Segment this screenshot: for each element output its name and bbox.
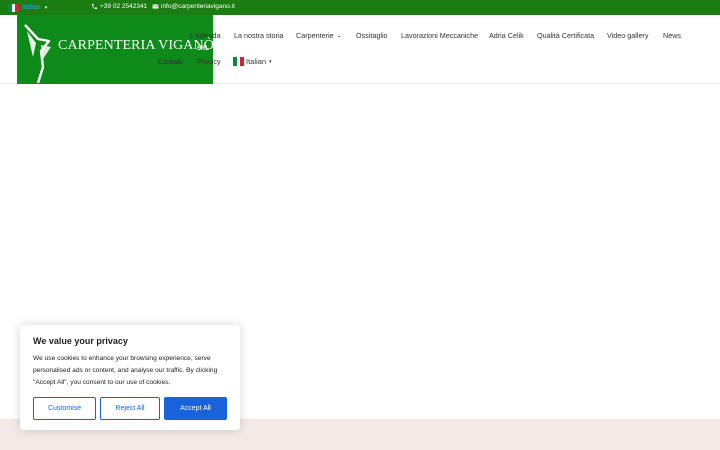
nav-language-switcher[interactable]: Italian ▾ [233, 57, 272, 66]
dropdown-arrow-icon: ▾ [269, 58, 272, 65]
nav-item-news[interactable]: News [663, 31, 681, 40]
envelope-icon [152, 3, 159, 10]
nav-language-label: Italian [246, 57, 267, 66]
site-logo[interactable]: CARPENTERIA VIGANÒ SRL [17, 15, 214, 84]
top-language-label: Italian [22, 4, 41, 11]
chevron-down-icon: ⌄ [336, 33, 342, 39]
customise-button[interactable]: Customise [33, 397, 96, 420]
logo-suffix: SRL [197, 46, 209, 52]
nav-item-privacy[interactable]: Privacy [197, 57, 221, 66]
nav-item-storia[interactable]: La nostra storia [234, 31, 284, 40]
phone-icon [91, 3, 98, 10]
cookie-consent-banner: We value your privacy We use cookies to … [20, 325, 240, 430]
top-email[interactable]: info@carpenteriavigano.it [152, 3, 235, 10]
phone-number: +39 02 2542341 [100, 3, 148, 10]
nav-item-carpenterie[interactable]: Carpenterie ⌄ [296, 31, 342, 40]
italy-flag-icon [233, 57, 244, 66]
nav-item-azienda[interactable]: L'azienda [190, 31, 221, 40]
logo-name: CARPENTERIA VIGANÒ [58, 38, 214, 53]
cookie-description: We use cookies to enhance your browsing … [33, 355, 218, 386]
nav-item-ossitaglio[interactable]: Ossitaglio [356, 31, 388, 40]
dropdown-arrow-icon: ▾ [44, 4, 48, 11]
nav-item-qualita[interactable]: Qualità Certificata [537, 31, 594, 40]
email-address: info@carpenteriavigano.it [161, 3, 235, 10]
reject-all-button[interactable]: Reject All [100, 397, 160, 420]
leaf-logo-icon [24, 24, 51, 83]
nav-item-video-gallery[interactable]: Video gallery [607, 31, 648, 40]
cookie-title: We value your privacy [33, 336, 128, 346]
nav-item-lavorazioni[interactable]: Lavorazioni Meccaniche [401, 31, 478, 40]
nav-item-adria-celik[interactable]: Adria Celik [489, 31, 524, 40]
top-phone[interactable]: +39 02 2542341 [91, 3, 147, 10]
top-language-switcher[interactable]: Italian ▾ [8, 2, 47, 13]
top-bar: Italian ▾ +39 02 2542341 info@carpenteri… [0, 0, 720, 15]
accept-all-button[interactable]: Accept All [164, 397, 227, 420]
nav-item-contatti[interactable]: Contatti [158, 57, 183, 66]
italy-flag-icon [8, 3, 19, 12]
